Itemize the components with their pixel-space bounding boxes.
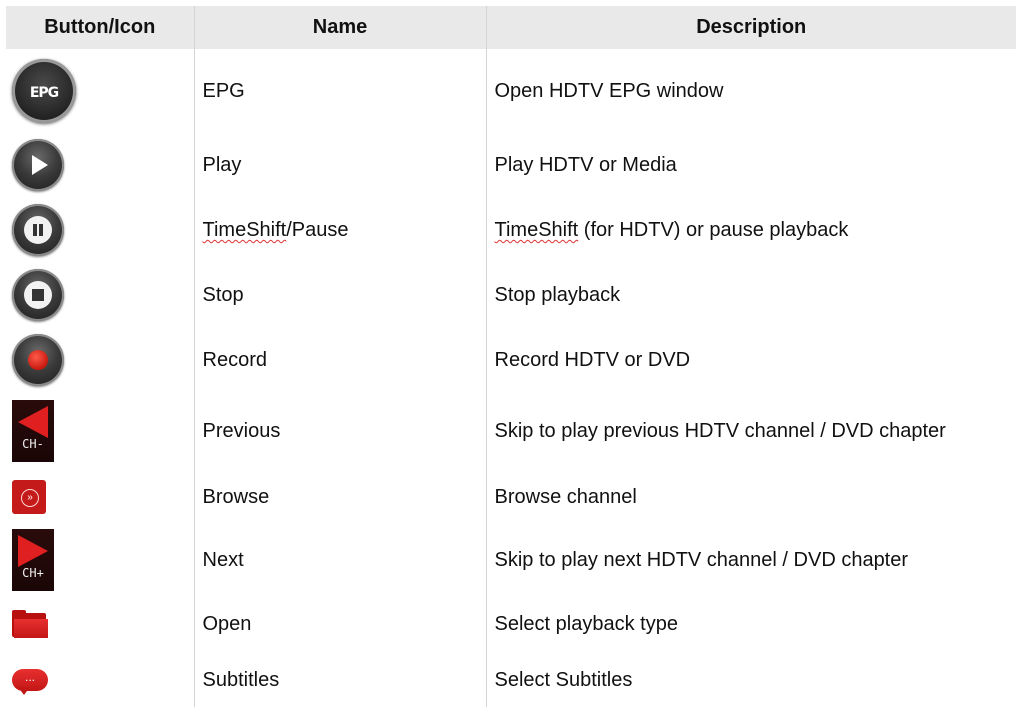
row-description: Skip to play next HDTV channel / DVD cha… (485, 525, 1016, 595)
icon-cell: » (6, 469, 194, 525)
row-name: Previous (193, 393, 486, 469)
table-row: » Browse Browse channel (6, 469, 1016, 525)
icon-cell: CH- (6, 393, 194, 469)
row-name: Subtitles (193, 653, 486, 707)
header-description: Description (485, 6, 1016, 49)
row-description: Open HDTV EPG window (485, 49, 1016, 133)
row-description: Browse channel (485, 469, 1016, 525)
row-name: Record (193, 327, 486, 393)
row-name-part: /Pause (286, 219, 349, 241)
icon-cell (6, 197, 194, 263)
channel-previous-icon: CH- (12, 400, 54, 462)
browse-icon: » (12, 480, 46, 514)
header-button-icon: Button/Icon (6, 6, 194, 49)
pause-icon (12, 204, 64, 256)
icon-cell: CH+ (6, 525, 194, 595)
table-row: CH- Previous Skip to play previous HDTV … (6, 393, 1016, 469)
icon-cell: EPG (6, 49, 194, 133)
epg-icon-label: EPG (29, 85, 59, 101)
record-icon (12, 334, 64, 386)
header-name: Name (193, 6, 486, 49)
row-name: TimeShift/Pause (193, 197, 486, 263)
icon-cell (6, 263, 194, 327)
icon-cell (6, 133, 194, 197)
icon-cell (6, 595, 194, 653)
row-description: Stop playback (485, 263, 1016, 327)
table-row: TimeShift/Pause TimeShift (for HDTV) or … (6, 197, 1016, 263)
row-name: Open (193, 595, 486, 653)
row-description-part: (for HDTV) or pause playback (578, 219, 849, 241)
browse-icon-glyph: » (21, 489, 39, 507)
table-row: Play Play HDTV or Media (6, 133, 1016, 197)
table-row: Stop Stop playback (6, 263, 1016, 327)
row-name: Play (193, 133, 486, 197)
subtitles-icon: ... (12, 665, 48, 695)
button-reference-table: Button/Icon Name Description EPG EPG Ope… (6, 6, 1016, 707)
table-row: CH+ Next Skip to play next HDTV channel … (6, 525, 1016, 595)
row-name: Stop (193, 263, 486, 327)
table-row: Open Select playback type (6, 595, 1016, 653)
channel-next-icon: CH+ (12, 529, 54, 591)
row-description: Select Subtitles (485, 653, 1016, 707)
folder-icon (12, 610, 48, 638)
row-description: TimeShift (for HDTV) or pause playback (485, 197, 1016, 263)
epg-icon: EPG (12, 59, 76, 123)
row-name-part: TimeShift (202, 219, 287, 241)
channel-next-label: CH+ (22, 566, 44, 580)
row-name: EPG (193, 49, 486, 133)
row-description: Select playback type (485, 595, 1016, 653)
play-icon (12, 139, 64, 191)
row-name: Next (193, 525, 486, 595)
row-description: Play HDTV or Media (485, 133, 1016, 197)
table-row: EPG EPG Open HDTV EPG window (6, 49, 1016, 133)
table-row: ... Subtitles Select Subtitles (6, 653, 1016, 707)
row-name: Browse (193, 469, 486, 525)
row-description: Record HDTV or DVD (485, 327, 1016, 393)
channel-previous-label: CH- (22, 437, 44, 451)
table-row: Record Record HDTV or DVD (6, 327, 1016, 393)
stop-icon (12, 269, 64, 321)
row-description-part: TimeShift (494, 219, 579, 241)
row-description: Skip to play previous HDTV channel / DVD… (485, 393, 1016, 469)
table-header-row: Button/Icon Name Description (6, 6, 1016, 49)
icon-cell (6, 327, 194, 393)
icon-cell: ... (6, 653, 194, 707)
